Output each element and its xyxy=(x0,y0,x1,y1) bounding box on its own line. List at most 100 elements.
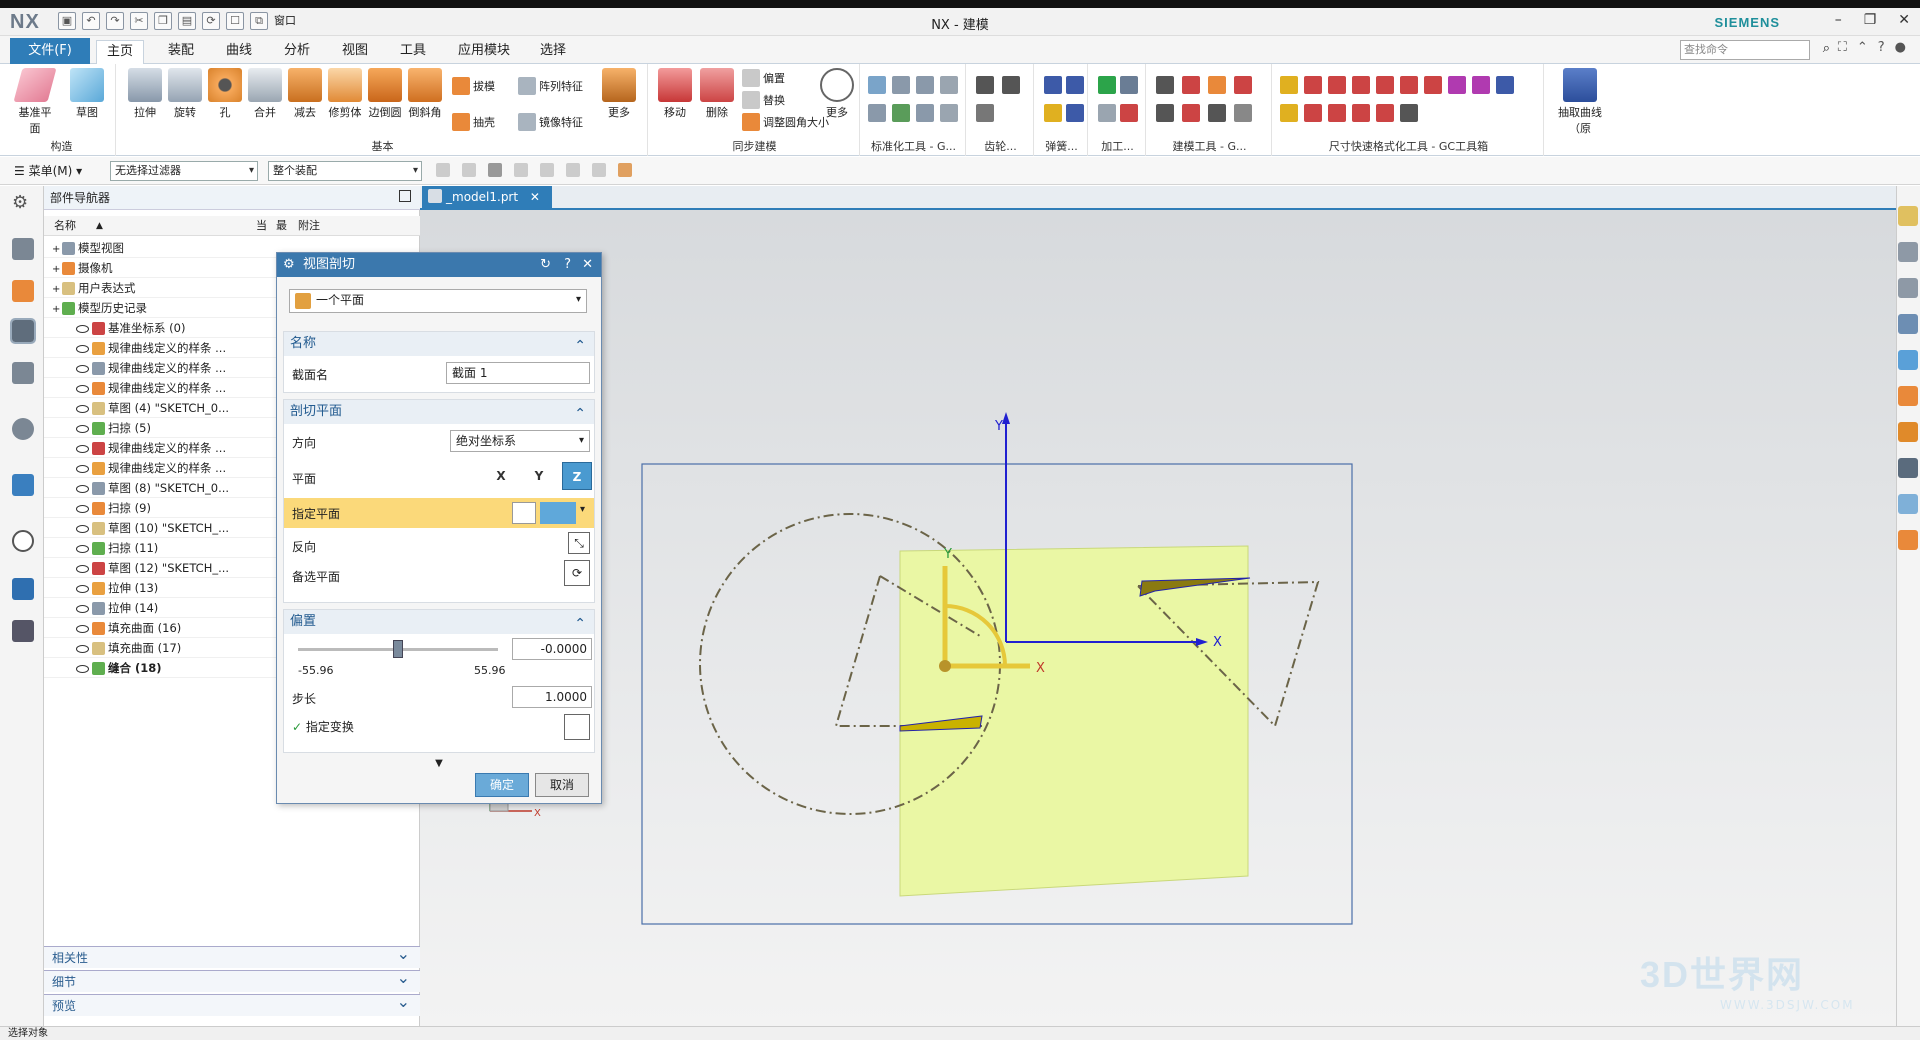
select-tool-3-icon[interactable] xyxy=(488,163,502,177)
offset-face-button[interactable]: 偏置 xyxy=(742,68,785,88)
plane-y-button[interactable]: Y xyxy=(524,462,554,490)
tab-model1-prt[interactable]: _model1.prt ✕ xyxy=(422,186,552,208)
visibility-eye-icon[interactable] xyxy=(76,344,89,353)
expand-icon[interactable]: + xyxy=(52,260,62,280)
visibility-eye-icon[interactable] xyxy=(76,324,89,333)
right-tool-5-icon[interactable] xyxy=(1898,350,1918,370)
extract-curve-button[interactable]: 抽取曲线（原 xyxy=(1550,68,1610,136)
move-face-button[interactable]: 移动 xyxy=(654,68,696,120)
ok-button[interactable]: 确定 xyxy=(475,773,529,797)
replace-face-button[interactable]: 替换 xyxy=(742,90,785,110)
csys-dialog-button[interactable] xyxy=(564,714,590,740)
expand-icon[interactable]: + xyxy=(52,280,62,300)
select-tool-6-icon[interactable] xyxy=(566,163,580,177)
offset-value-input[interactable]: -0.0000 xyxy=(512,638,592,660)
modeling-tool-5-icon[interactable] xyxy=(1156,104,1174,122)
visibility-eye-icon[interactable] xyxy=(76,644,89,653)
tab-assembly[interactable]: 装配 xyxy=(158,40,204,64)
plane-z-button[interactable]: Z xyxy=(562,462,592,490)
select-tool-8-icon[interactable] xyxy=(618,163,632,177)
dim-tool-15-icon[interactable] xyxy=(1376,104,1394,122)
step-value-input[interactable]: 1.0000 xyxy=(512,686,592,708)
std-tool-1-icon[interactable] xyxy=(868,76,886,94)
dependencies-panel[interactable]: 相关性 xyxy=(44,943,420,968)
column-name[interactable]: 名称 xyxy=(54,216,76,236)
edge-blend-button[interactable]: 边倒圆 xyxy=(364,68,406,120)
spring-tool-3-icon[interactable] xyxy=(1044,104,1062,122)
revolve-button[interactable]: 旋转 xyxy=(164,68,206,120)
modeling-tool-2-icon[interactable] xyxy=(1182,76,1200,94)
inferred-plane-icon[interactable] xyxy=(540,502,576,524)
dialog-help-icon[interactable]: ? xyxy=(564,253,571,277)
settings-dot-icon[interactable]: ● xyxy=(1895,40,1906,55)
machining-tool-4-icon[interactable] xyxy=(1120,104,1138,122)
group-standard-label[interactable]: 标准化工具 - G... xyxy=(862,138,965,154)
dialog-gear-icon[interactable]: ⚙ xyxy=(283,253,295,277)
sort-ascending-icon[interactable]: ▲ xyxy=(96,216,103,236)
preview-panel[interactable]: 预览 xyxy=(44,991,420,1016)
std-tool-6-icon[interactable] xyxy=(892,104,910,122)
select-tool-7-icon[interactable] xyxy=(592,163,606,177)
dim-tool-1-icon[interactable] xyxy=(1280,76,1298,94)
select-tool-1-icon[interactable] xyxy=(436,163,450,177)
group-gear-label[interactable]: 齿轮... xyxy=(968,138,1033,154)
tab-curve[interactable]: 曲线 xyxy=(216,40,262,64)
dim-tool-3-icon[interactable] xyxy=(1328,76,1346,94)
right-tool-7-icon[interactable] xyxy=(1898,422,1918,442)
dim-tool-11-icon[interactable] xyxy=(1280,104,1298,122)
selection-scope-select[interactable]: 整个装配 xyxy=(268,161,422,181)
delete-face-button[interactable]: 删除 xyxy=(696,68,738,120)
history-clock-icon[interactable] xyxy=(12,530,34,552)
std-tool-7-icon[interactable] xyxy=(916,104,934,122)
section-name-input[interactable]: 截面 1 xyxy=(446,362,590,384)
visibility-eye-icon[interactable] xyxy=(76,444,89,453)
section-plane-header[interactable]: 剖切平面 xyxy=(284,400,594,426)
alternate-plane-button[interactable]: ⟳ xyxy=(564,560,590,586)
right-tool-1-icon[interactable] xyxy=(1898,206,1918,226)
visibility-eye-icon[interactable] xyxy=(76,424,89,433)
graphics-window[interactable]: Y X Y X Y X 3D世界网 WWW.3DSJW.COM xyxy=(420,186,1900,1026)
basic-more-button[interactable]: 更多 xyxy=(598,68,640,120)
right-tool-10-icon[interactable] xyxy=(1898,530,1918,550)
unite-button[interactable]: 合并 xyxy=(244,68,286,120)
search-icon[interactable]: ⌕ xyxy=(1823,41,1830,56)
modeling-tool-7-icon[interactable] xyxy=(1208,104,1226,122)
machining-tool-3-icon[interactable] xyxy=(1098,104,1116,122)
tab-select[interactable]: 选择 xyxy=(530,40,576,64)
right-tool-8-icon[interactable] xyxy=(1898,458,1918,478)
visibility-eye-icon[interactable] xyxy=(76,504,89,513)
name-section-header[interactable]: 名称 xyxy=(284,332,594,358)
visibility-eye-icon[interactable] xyxy=(76,564,89,573)
visibility-eye-icon[interactable] xyxy=(76,364,89,373)
machining-tool-1-icon[interactable] xyxy=(1098,76,1116,94)
dim-tool-7-icon[interactable] xyxy=(1424,76,1442,94)
dim-tool-12-icon[interactable] xyxy=(1304,104,1322,122)
visibility-eye-icon[interactable] xyxy=(76,384,89,393)
extrude-button[interactable]: 拉伸 xyxy=(124,68,166,120)
machining-tool-2-icon[interactable] xyxy=(1120,76,1138,94)
system-tools-icon[interactable] xyxy=(12,620,34,642)
visibility-eye-icon[interactable] xyxy=(76,584,89,593)
gear-tool-3-icon[interactable] xyxy=(976,104,994,122)
close-button[interactable]: ✕ xyxy=(1898,12,1910,28)
type-filter-select[interactable]: 无选择过滤器 xyxy=(110,161,258,181)
dim-tool-13-icon[interactable] xyxy=(1328,104,1346,122)
dim-tool-14-icon[interactable] xyxy=(1352,104,1370,122)
details-panel[interactable]: 细节 xyxy=(44,967,420,992)
tab-home[interactable]: 主页 xyxy=(96,40,145,65)
offset-slider-thumb[interactable] xyxy=(393,640,403,658)
menu-button[interactable]: ☰ 菜单(M) ▾ xyxy=(14,162,82,179)
plane-x-button[interactable]: X xyxy=(486,462,516,490)
modeling-tool-4-icon[interactable] xyxy=(1234,76,1252,94)
sketch-button[interactable]: 草图 xyxy=(66,68,108,120)
modeling-tool-8-icon[interactable] xyxy=(1234,104,1252,122)
right-tool-9-icon[interactable] xyxy=(1898,494,1918,514)
tab-tools[interactable]: 工具 xyxy=(390,40,436,64)
reset-icon[interactable]: ↻ xyxy=(540,253,551,277)
specify-plane-row[interactable]: 指定平面 ▾ xyxy=(284,498,594,528)
tab-file[interactable]: 文件(F) xyxy=(10,38,90,64)
dialog-close-icon[interactable]: ✕ xyxy=(582,253,593,277)
tab-analysis[interactable]: 分析 xyxy=(274,40,320,64)
cancel-button[interactable]: 取消 xyxy=(535,773,589,797)
settings-gear-icon[interactable]: ⚙ xyxy=(12,192,34,214)
